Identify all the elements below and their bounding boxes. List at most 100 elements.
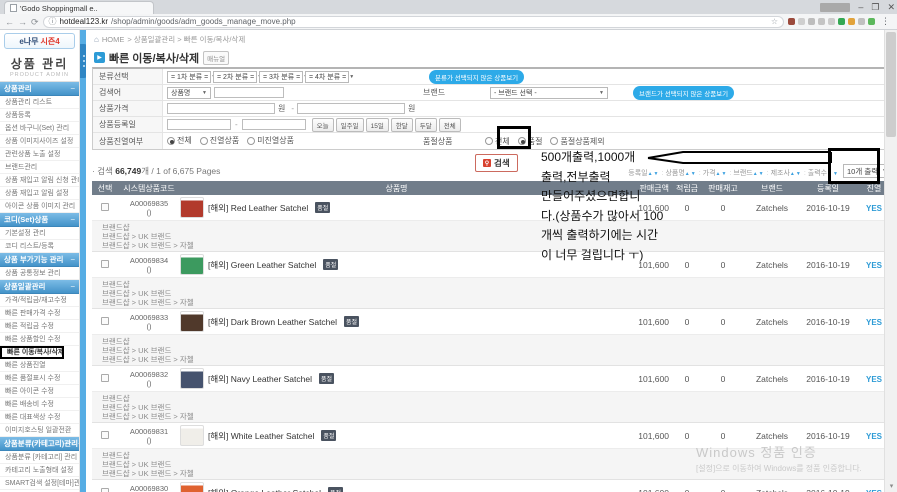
display-radio-option[interactable]: 진열상품	[200, 135, 239, 146]
scroll-down-arrow[interactable]: ▾	[885, 480, 897, 492]
display-status-link[interactable]: YES	[866, 261, 882, 270]
date-range-button[interactable]: 한달	[391, 118, 413, 132]
search-button[interactable]: ⚲ 검색	[475, 154, 518, 172]
category-line[interactable]: 브랜드샵 > UK 브랜드 > 자첼	[102, 355, 891, 364]
sidebar-item[interactable]: 옵션 바구니(Set) 관리	[0, 122, 79, 135]
display-radio-option[interactable]: 전체	[167, 135, 192, 146]
price-min-input[interactable]	[167, 103, 275, 114]
category-select[interactable]: = 2차 분류 =▼	[213, 71, 257, 83]
close-button[interactable]: ✕	[887, 0, 895, 14]
extension-icon[interactable]	[808, 18, 815, 25]
product-thumbnail[interactable]	[180, 425, 204, 446]
soldout-radio-option[interactable]: 전체	[485, 136, 510, 147]
sidebar-item[interactable]: 관련상품 노출 설정	[0, 148, 79, 161]
sidebar-item[interactable]: 빠른 대표색상 수정	[0, 411, 79, 424]
row-checkbox[interactable]	[101, 431, 109, 439]
category-line[interactable]: 브랜드샵 > UK 브랜드	[102, 232, 891, 241]
product-name[interactable]: [해외] Orange Leather Satchel	[208, 487, 321, 492]
category-select[interactable]: = 3차 분류 =▼	[259, 71, 303, 83]
date-range-button[interactable]: 일주일	[336, 118, 364, 132]
display-status-link[interactable]: YES	[866, 318, 882, 327]
sidebar-item[interactable]: 상품 이미지사이즈 설정	[0, 135, 79, 148]
keyword-input[interactable]	[214, 87, 284, 98]
date-range-button[interactable]: 전체	[439, 118, 461, 132]
sort-link[interactable]: 제조사	[771, 170, 790, 177]
sort-arrows-icon[interactable]: ▲▼	[827, 171, 839, 177]
row-checkbox[interactable]	[101, 260, 109, 268]
product-thumbnail[interactable]	[180, 197, 204, 218]
display-status-link[interactable]: YES	[866, 432, 882, 441]
radio-icon[interactable]	[200, 137, 208, 145]
manual-badge[interactable]: 매뉴얼	[203, 51, 229, 65]
back-icon[interactable]: ←	[5, 14, 14, 30]
sidebar-item[interactable]: 상품분류 [카테고리] 관리	[0, 451, 79, 464]
brand-select[interactable]: - 브랜드 선택 -▼	[490, 87, 608, 99]
sidebar-section-header[interactable]: 상품 부가기능 관리−	[0, 253, 79, 267]
date-range-button[interactable]: 두달	[415, 118, 437, 132]
row-checkbox[interactable]	[101, 317, 109, 325]
radio-icon[interactable]	[518, 137, 526, 145]
scrollbar[interactable]: ▾	[884, 30, 897, 492]
soldout-radio-option[interactable]: 품절상품제외	[550, 136, 604, 147]
row-checkbox[interactable]	[101, 488, 109, 492]
row-checkbox[interactable]	[101, 374, 109, 382]
sort-arrows-icon[interactable]: ▲▼	[753, 171, 765, 177]
bookmark-star-icon[interactable]: ☆	[771, 17, 778, 26]
sidebar-item[interactable]: 빠른 상품할인 수정	[0, 333, 79, 346]
radio-icon[interactable]	[167, 137, 175, 145]
collapse-icon[interactable]: −	[70, 282, 75, 291]
sidebar-item[interactable]: 상품 재입고 알림 신청 관리	[0, 174, 79, 187]
display-status-link[interactable]: YES	[866, 204, 882, 213]
scrollbar-thumb[interactable]	[886, 32, 896, 137]
category-line[interactable]: 브랜드샵 > UK 브랜드	[102, 346, 891, 355]
date-end-input[interactable]	[242, 119, 306, 130]
sidebar-item[interactable]: 이미지호스팅 일괄전환	[0, 424, 79, 437]
breadcrumb-item[interactable]: 빠른 이동/복사/삭제	[184, 35, 245, 44]
product-thumbnail[interactable]	[180, 254, 204, 275]
category-line[interactable]: 브랜드샵 > UK 브랜드 > 자첼	[102, 298, 891, 307]
breadcrumb-item[interactable]: 상품일괄관리	[134, 35, 175, 44]
product-thumbnail[interactable]	[180, 482, 204, 492]
keyword-type-select[interactable]: 상품명▼	[167, 87, 211, 99]
product-thumbnail[interactable]	[180, 311, 204, 332]
display-status-link[interactable]: YES	[866, 489, 882, 492]
category-line[interactable]: 브랜드샵 > UK 브랜드	[102, 403, 891, 412]
collapse-icon[interactable]: −	[70, 84, 75, 93]
sort-arrows-icon[interactable]: ▲▼	[790, 171, 802, 177]
sort-link[interactable]: 브랜드	[733, 170, 752, 177]
refresh-icon[interactable]: ⟳	[31, 14, 39, 30]
sidebar-section-header[interactable]: 코디(Set)상품−	[0, 213, 79, 227]
extension-icon[interactable]	[838, 18, 845, 25]
category-line[interactable]: 브랜드샵	[102, 280, 891, 289]
url-input[interactable]: ⓘ hotdeal123.kr /shop/admin/goods/adm_go…	[43, 16, 784, 28]
product-name[interactable]: [해외] Red Leather Satchel	[208, 202, 308, 214]
radio-icon[interactable]	[550, 137, 558, 145]
sort-link[interactable]: 가격	[703, 170, 716, 177]
row-checkbox[interactable]	[101, 203, 109, 211]
category-line[interactable]: 브랜드샵	[102, 337, 891, 346]
product-thumbnail[interactable]	[180, 368, 204, 389]
extension-icon[interactable]	[818, 18, 825, 25]
extension-icon[interactable]	[868, 18, 875, 25]
extension-icon[interactable]	[798, 18, 805, 25]
product-name[interactable]: [해외] Green Leather Satchel	[208, 259, 316, 271]
sidebar-item[interactable]: 기본설정 관리	[0, 227, 79, 240]
sidebar-item[interactable]: 브랜드관리	[0, 161, 79, 174]
sidebar-item[interactable]: 상품 재입고 알림 설정	[0, 187, 79, 200]
shop-name[interactable]: e나무 시즌4	[4, 33, 75, 49]
category-line[interactable]: 브랜드샵	[102, 223, 891, 232]
sidebar-item[interactable]: 빠른 적립금 수정	[0, 320, 79, 333]
sidebar-item[interactable]: 빠른 품절표시 수정	[0, 372, 79, 385]
radio-icon[interactable]	[485, 137, 493, 145]
price-max-input[interactable]	[297, 103, 405, 114]
home-icon[interactable]: ⌂	[94, 35, 99, 44]
soldout-radio-option[interactable]: 품절	[518, 136, 543, 147]
category-line[interactable]: 브랜드샵 > UK 브랜드 > 자첼	[102, 241, 891, 250]
display-radio-option[interactable]: 미진열상품	[247, 135, 294, 146]
show-uncategorized-button[interactable]: 분류가 선택되지 않은 상품보기	[429, 70, 524, 84]
minimize-button[interactable]: –	[858, 0, 863, 14]
sidebar-item[interactable]: 상품 공통정보 관리	[0, 267, 79, 280]
sidebar-section-header[interactable]: 상품분류(카테고리)관리−	[0, 437, 79, 451]
sidebar-item[interactable]: SMART검색 설정[테마]관리	[0, 477, 79, 490]
sort-arrows-icon[interactable]: ▲▼	[716, 171, 728, 177]
